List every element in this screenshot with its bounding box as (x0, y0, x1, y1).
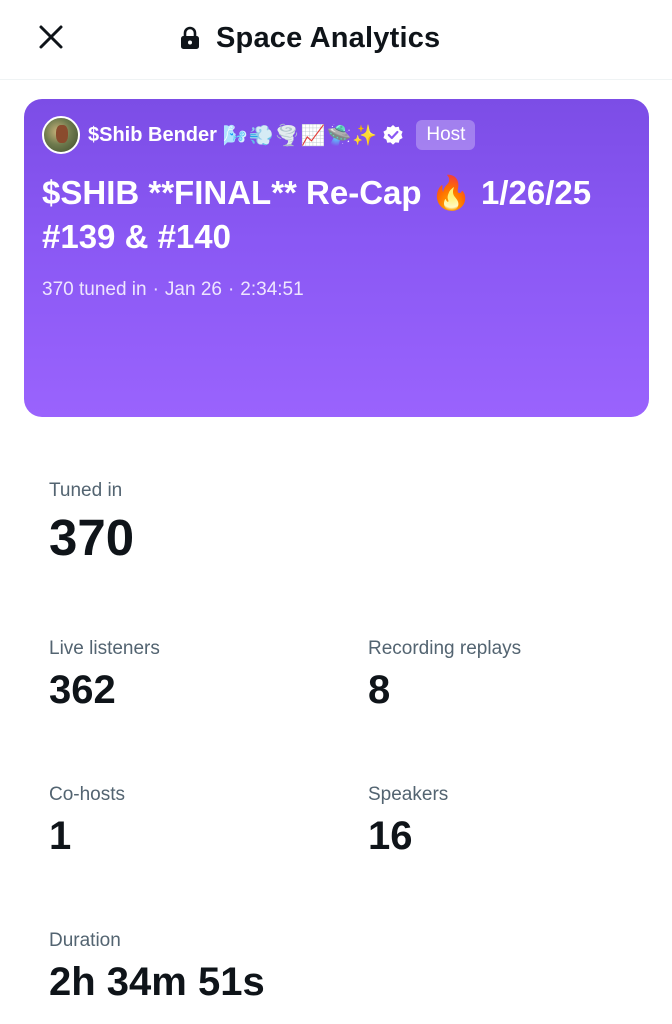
separator-dot: · (152, 279, 159, 300)
stat-label: Live listeners (49, 638, 160, 659)
lock-icon (176, 24, 204, 52)
stat-label: Recording replays (368, 638, 522, 659)
stat-label: Duration (49, 930, 121, 951)
stat-label: Co-hosts (49, 784, 126, 805)
stat-speakers: Speakers 16 (368, 784, 448, 859)
stat-live-listeners: Live listeners 362 (49, 638, 160, 713)
space-title: $SHIB **FINAL** Re-Cap 🔥 1/26/25 #139 & … (42, 174, 592, 255)
stat-recording-replays: Recording replays 8 (368, 638, 521, 713)
space-duration: 2:34:51 (240, 279, 304, 300)
verified-badge-icon (382, 124, 404, 146)
stat-duration: Duration 2h 34m 51s (49, 930, 265, 1005)
close-button[interactable] (32, 18, 70, 56)
space-card[interactable]: $Shib Bender 🌬️💨🌪️📈🛸✨ Host $SHIB **FINAL… (24, 99, 649, 417)
stat-co-hosts: Co-hosts 1 (49, 784, 125, 859)
stat-value: 8 (368, 668, 391, 712)
stat-tuned-in: Tuned in 370 (49, 480, 134, 567)
close-icon (39, 25, 63, 49)
stat-value: 2h 34m 51s (49, 960, 265, 1004)
stat-value: 370 (49, 509, 135, 566)
host-badge: Host (416, 120, 476, 150)
host-name-emojis: 🌬️💨🌪️📈🛸✨ (222, 124, 379, 147)
stat-value: 1 (49, 814, 72, 858)
page-title: Space Analytics (216, 21, 441, 54)
host-row: $Shib Bender 🌬️💨🌪️📈🛸✨ Host (42, 115, 476, 155)
space-meta: 370 tuned in · Jan 26 · 2:34:51 (42, 279, 304, 301)
host-avatar[interactable] (42, 116, 80, 154)
tuned-in-count-text: 370 tuned in (42, 279, 147, 300)
host-name[interactable]: $Shib Bender (88, 124, 217, 147)
space-date: Jan 26 (164, 279, 222, 300)
stat-label: Speakers (368, 784, 449, 805)
stat-value: 362 (49, 668, 116, 712)
stat-value: 16 (368, 814, 413, 858)
top-bar: Space Analytics (0, 0, 672, 80)
header-title-group: Space Analytics (176, 18, 440, 58)
separator-dot: · (227, 279, 235, 300)
stat-label: Tuned in (49, 480, 123, 501)
